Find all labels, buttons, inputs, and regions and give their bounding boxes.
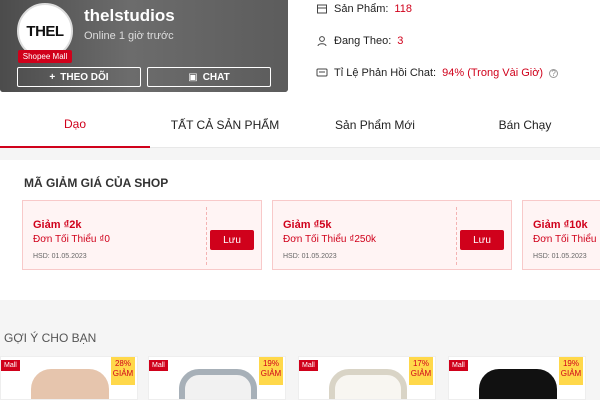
discount-label: GIẢM [260,369,282,378]
tab-all-products[interactable]: TẤT CẢ SẢN PHẨM [150,102,300,148]
product-image[interactable] [179,369,257,399]
discount-label: GIẢM [560,369,582,378]
save-voucher-button[interactable]: Lưu [210,230,254,250]
products-label: Sản Phẩm: [334,3,389,15]
voucher-divider [206,207,207,265]
mall-tag: Mall [149,360,168,371]
voucher-title: Giảm ₫10k [533,219,588,231]
discount-badge: 28% GIẢM [111,357,135,385]
mall-tag: Mall [1,360,20,371]
plus-icon: + [49,71,56,83]
chat-button[interactable]: ▣ CHAT [147,67,271,87]
follow-button[interactable]: + THEO DÕI [17,67,141,87]
mall-tag: Mall [299,360,318,371]
tab-new-products[interactable]: Sản Phẩm Mới [300,102,450,148]
user-icon [317,36,327,47]
product-box-icon [317,4,327,14]
chat-rate-value: 94% (Trong Vài Giờ) [442,67,544,79]
voucher-title: Giảm ₫5k [283,219,332,231]
product-card[interactable]: Mall 19% GIẢM [448,356,586,400]
voucher-card: Giảm ₫5k Đơn Tối Thiểu ₫250k HSD: 01.05.20… [272,200,512,270]
discount-badge: 17% GIẢM [409,357,433,385]
discount-percent: 19% [562,359,579,368]
following-count: 3 [397,35,404,47]
product-card[interactable]: Mall 17% GIẢM [298,356,436,400]
products-stat: Sản Phẩm: 118 [316,3,412,15]
voucher-expiry: HSD: 01.05.2023 [533,253,587,260]
voucher-minimum: Đơn Tối Thiểu ₫0 [33,234,110,245]
following-label: Đang Theo: [334,35,392,47]
recommendations-title: GỢI Ý CHO BẠN [4,331,97,345]
product-image[interactable] [479,369,557,399]
products-count: 118 [394,3,412,15]
shop-card: THEL Shopee Mall thelstudios Online 1 gi… [0,0,288,92]
tab-best-sellers[interactable]: Bán Chạy [450,102,600,148]
shop-voucher-section: MÃ GIẢM GIÁ CỦA SHOP Giảm ₫2k Đơn Tối Thi… [0,160,600,300]
shop-header: THEL Shopee Mall thelstudios Online 1 gi… [0,0,600,102]
voucher-card: Giảm ₫2k Đơn Tối Thiểu ₫0 HSD: 01.05.2023 L… [22,200,262,270]
chat-response-stat: Tỉ Lệ Phản Hồi Chat: 94% (Trong Vài Giờ)? [316,67,559,79]
help-icon[interactable]: ? [549,68,559,78]
discount-label: GIẢM [112,369,134,378]
save-voucher-button[interactable]: Lưu [460,230,504,250]
follow-button-label: THEO DÕI [60,71,109,83]
voucher-expiry: HSD: 01.05.2023 [283,253,337,260]
shop-name: thelstudios [84,6,175,25]
tab-explore[interactable]: Dạo [0,102,150,148]
voucher-card: Giảm ₫10k Đơn Tối Thiểu ₫ HSD: 01.05.2023 [522,200,600,270]
product-image[interactable] [329,369,407,399]
product-card[interactable]: Mall 19% GIẢM [148,356,286,400]
mall-tag: Mall [449,360,468,371]
voucher-expiry: HSD: 01.05.2023 [33,253,87,260]
discount-percent: 19% [262,359,279,368]
shop-online-status: Online 1 giờ trước [84,30,174,42]
discount-badge: 19% GIẢM [259,357,283,385]
voucher-divider [456,207,457,265]
discount-percent: 17% [412,359,429,368]
voucher-section-title: MÃ GIẢM GIÁ CỦA SHOP [24,176,169,190]
discount-label: GIẢM [410,369,432,378]
following-stat: Đang Theo: 3 [316,35,403,47]
chat-rate-label: Tỉ Lệ Phản Hồi Chat: [334,67,437,79]
voucher-minimum: Đơn Tối Thiểu ₫250k [283,234,377,245]
shopee-mall-badge: Shopee Mall [18,50,72,63]
voucher-minimum: Đơn Tối Thiểu ₫ [533,234,600,245]
voucher-title: Giảm ₫2k [33,219,82,231]
discount-percent: 28% [114,359,131,368]
chat-icon: ▣ [188,71,198,83]
product-image[interactable] [31,369,109,399]
message-icon [316,68,328,77]
shop-tabs: Dạo TẤT CẢ SẢN PHẨM Sản Phẩm Mới Bán Chạ… [0,102,600,148]
shop-logo-text: THEL [26,22,64,40]
chat-button-label: CHAT [202,71,230,83]
discount-badge: 19% GIẢM [559,357,583,385]
product-card[interactable]: Mall 28% GIẢM [0,356,138,400]
